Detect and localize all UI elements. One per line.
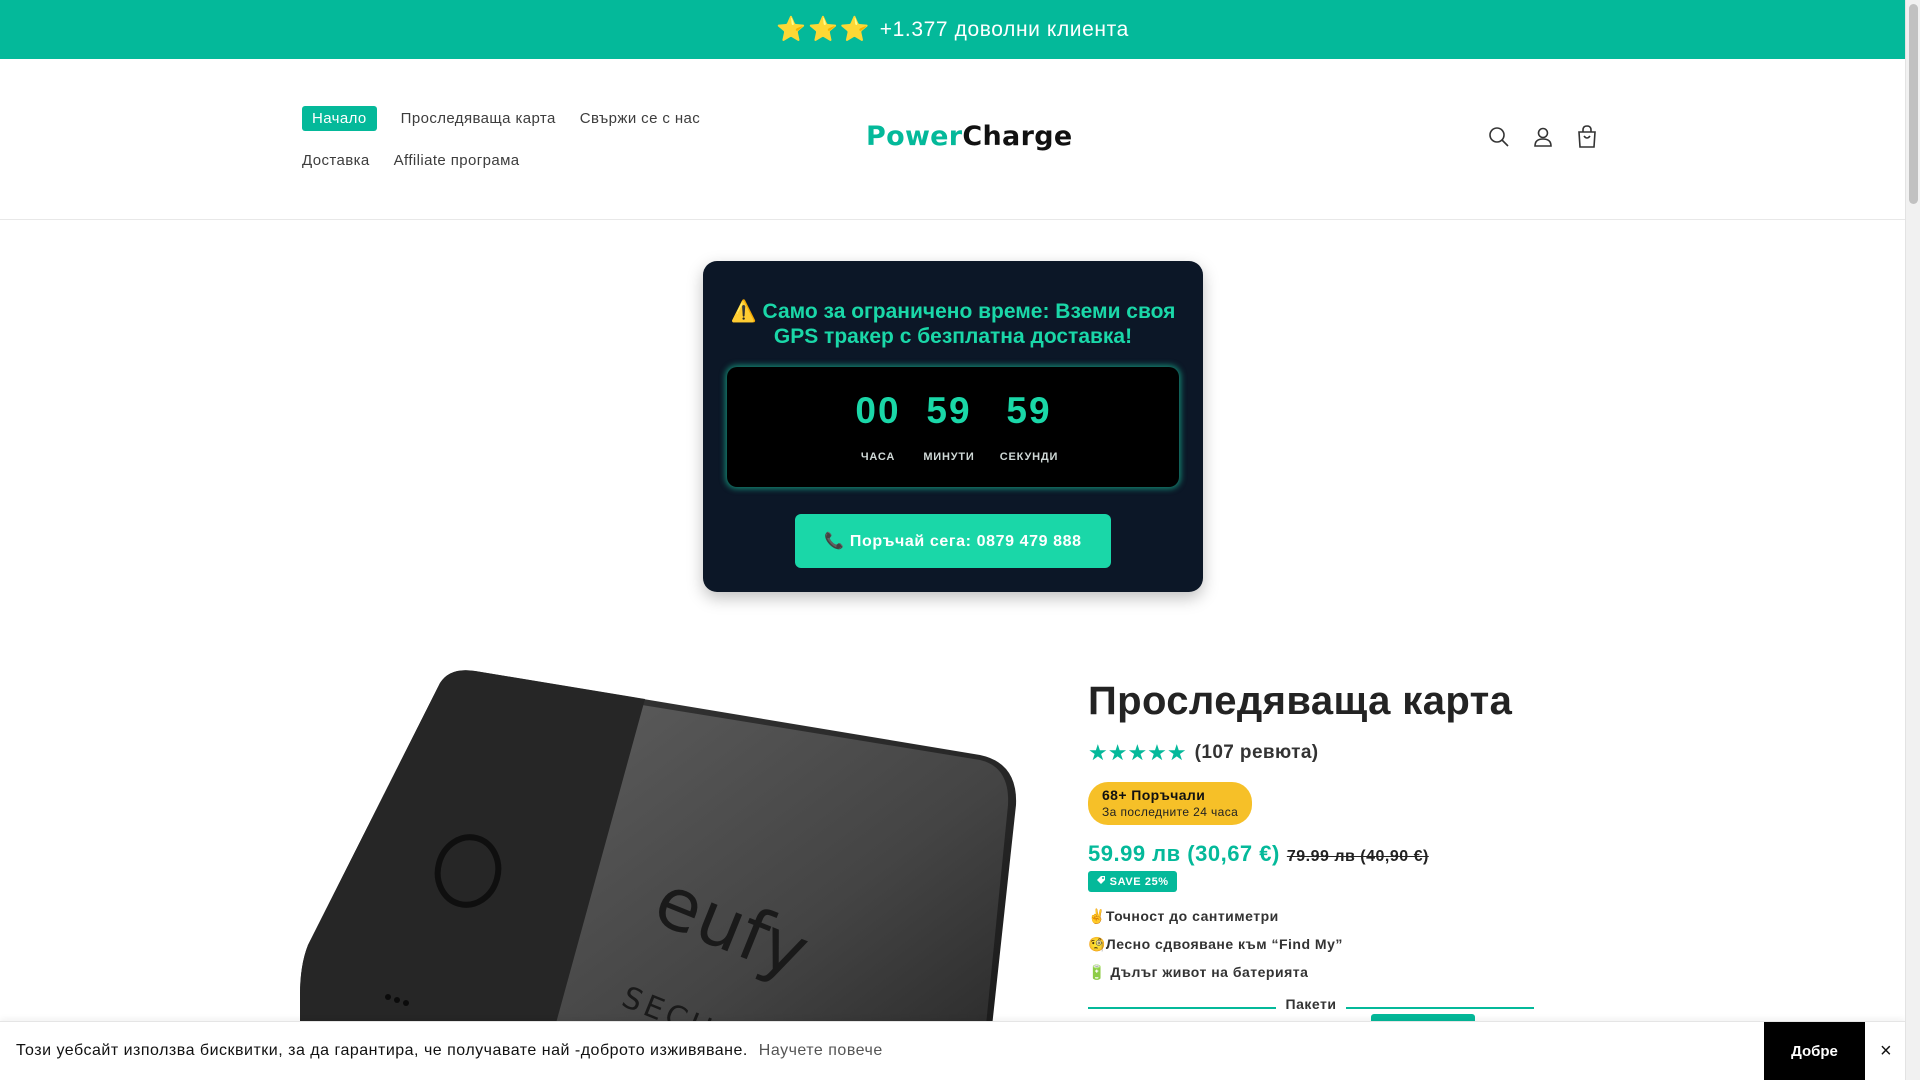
price-row: 59.99 лв (30,67 €) 79.99 лв (40,90 €) (1088, 841, 1534, 867)
cookie-message: Този уебсайт използва бисквитки, за да г… (16, 1042, 748, 1059)
cart-icon[interactable] (1575, 125, 1599, 149)
orders-period: За последните 24 часа (1102, 805, 1239, 819)
feature-item: 🔋 Дълъг живот на батерията (1088, 964, 1309, 980)
scrollbar-thumb[interactable] (1909, 4, 1918, 204)
product-rating[interactable]: ★★★★★ (107 ревюта) (1088, 740, 1534, 766)
nav-row-1: Начало Проследяваща карта Свържи се с на… (302, 105, 742, 131)
page: ⭐⭐⭐ +1.377 доволни клиента Начало Просле… (0, 0, 1920, 1080)
product-image[interactable]: eufy SECU (300, 665, 1020, 1025)
scrollbar[interactable] (1905, 0, 1920, 1080)
timer-minutes: 59 МИНУТИ (917, 390, 981, 464)
account-icon[interactable] (1531, 125, 1555, 149)
product-title: Проследяваща карта (1088, 679, 1513, 723)
sale-price: 59.99 лв (30,67 €) (1088, 841, 1280, 866)
timer-seconds-value: 59 (1006, 390, 1052, 431)
cookie-learn-more-link[interactable]: Научете повече (759, 1042, 883, 1059)
countdown-timer: 00 ЧАСА 59 МИНУТИ 59 СЕКУНДИ (727, 367, 1179, 487)
bundles-label: Пакети (1285, 996, 1337, 1012)
nav-link-tracking-card[interactable]: Проследяваща карта (401, 110, 556, 127)
save-badge: SAVE 25% (1088, 871, 1177, 892)
orders-count: 68+ Поръчали (1102, 787, 1206, 803)
promo-title: ⚠️ Само за ограничено време: Вземи своя … (730, 300, 1176, 348)
feature-list: ✌️Точност до сантиметри 🧐Лесно сдвояване… (1088, 902, 1534, 986)
logo-part-power: Power (866, 121, 963, 152)
header-icons (1487, 125, 1599, 149)
nav-link-contact[interactable]: Свържи се с нас (580, 110, 700, 127)
timer-hours: 00 ЧАСА (853, 390, 903, 464)
nav-link-home[interactable]: Начало (302, 105, 377, 131)
cookie-banner: Този уебсайт използва бисквитки, за да г… (0, 1021, 1905, 1080)
nav-link-delivery[interactable]: Доставка (302, 152, 370, 169)
site-header: Начало Проследяваща карта Свържи се с на… (0, 59, 1905, 220)
orders-badge: 68+ Поръчали За последните 24 часа (1088, 782, 1253, 825)
feature-item: ✌️Точност до сантиметри (1088, 908, 1279, 924)
announcement-bar: ⭐⭐⭐ +1.377 доволни клиента (0, 0, 1905, 59)
close-icon[interactable]: × (1880, 1040, 1892, 1063)
promo-countdown-box: ⚠️ Само за ограничено време: Вземи своя … (703, 261, 1203, 592)
feature-item: 🧐Лесно сдвояване към “Find My” (1088, 936, 1343, 952)
site-logo[interactable]: PowerCharge (866, 121, 1072, 152)
announcement-text: +1.377 доволни клиента (879, 17, 1129, 41)
rating-stars: ★★★★★ (1088, 740, 1187, 765)
nav-row-2: Доставка Affiliate програма (302, 147, 742, 173)
timer-minutes-label: МИНУТИ (923, 451, 975, 463)
announcement-stars: ⭐⭐⭐ (776, 16, 872, 43)
timer-minutes-value: 59 (926, 390, 972, 431)
search-icon[interactable] (1487, 125, 1511, 149)
timer-seconds-label: СЕКУНДИ (999, 451, 1059, 463)
nav-link-affiliate[interactable]: Affiliate програма (394, 152, 520, 169)
logo-part-charge: Charge (962, 121, 1073, 152)
save-label: SAVE 25% (1109, 876, 1169, 888)
tag-icon (1096, 876, 1110, 888)
order-now-button[interactable]: 📞 Поръчай сега: 0879 479 888 (795, 514, 1111, 568)
product-info: Проследяваща карта ★★★★★ (107 ревюта) 68… (1088, 676, 1534, 1026)
cookie-accept-button[interactable]: Добре (1764, 1022, 1865, 1080)
main-nav: Начало Проследяваща карта Свържи се с на… (302, 105, 742, 189)
bundles-divider: Пакети (1088, 996, 1534, 1026)
timer-hours-value: 00 (855, 390, 901, 431)
timer-seconds: 59 СЕКУНДИ (989, 390, 1069, 464)
review-count: (107 ревюта) (1194, 742, 1319, 763)
cookie-message-wrap: Този уебсайт използва бисквитки, за да г… (16, 1042, 883, 1060)
compare-price: 79.99 лв (40,90 €) (1286, 848, 1429, 865)
timer-hours-label: ЧАСА (860, 451, 896, 463)
